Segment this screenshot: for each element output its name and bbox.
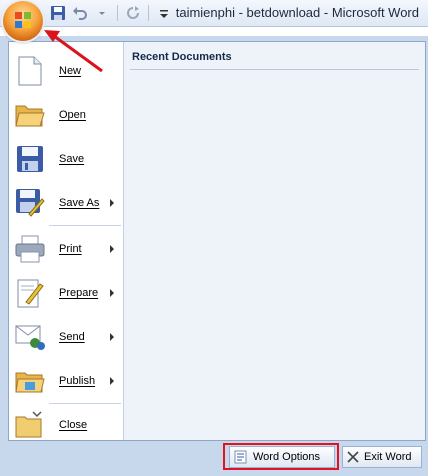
menu-item-close[interactable]: Close <box>9 403 123 447</box>
menu-item-label: Save As <box>59 197 100 209</box>
save-as-icon <box>14 187 46 219</box>
menu-item-open[interactable]: Open <box>9 93 123 137</box>
office-menu: New Open Save Save As Print Prepare Send… <box>0 36 428 476</box>
close-folder-icon <box>14 409 46 441</box>
undo-icon[interactable] <box>70 3 90 23</box>
submenu-arrow-icon <box>110 333 114 341</box>
menu-item-label: Save <box>59 153 85 165</box>
menu-item-prepare[interactable]: Prepare <box>9 271 123 315</box>
menu-item-label: Print <box>59 243 82 255</box>
office-menu-panel: New Open Save Save As Print Prepare Send… <box>8 41 426 441</box>
menu-item-send[interactable]: Send <box>9 315 123 359</box>
word-options-icon <box>234 450 247 464</box>
save-icon[interactable] <box>48 3 68 23</box>
undo-dropdown-icon[interactable] <box>92 3 112 23</box>
toolbar-divider <box>117 5 118 21</box>
menu-item-label: Publish <box>59 375 96 387</box>
save-icon <box>14 143 46 175</box>
menu-divider <box>49 225 121 226</box>
redo-icon[interactable] <box>123 3 143 23</box>
submenu-arrow-icon <box>110 199 114 207</box>
menu-item-label: Prepare <box>59 287 99 299</box>
word-options-label: Word Options <box>253 451 321 463</box>
recent-documents-title: Recent Documents <box>132 51 232 63</box>
menu-item-label: Close <box>59 419 88 431</box>
customize-toolbar-icon[interactable] <box>154 3 174 23</box>
close-icon <box>347 451 359 463</box>
printer-icon <box>14 233 46 265</box>
publish-icon <box>14 365 46 397</box>
office-button[interactable] <box>3 1 43 41</box>
office-menu-commands: New Open Save Save As Print Prepare Send… <box>9 42 124 440</box>
title-bar: taimienphi - betdownload - Microsoft Wor… <box>0 0 428 27</box>
submenu-arrow-icon <box>110 245 114 253</box>
prepare-icon <box>14 277 46 309</box>
office-logo-icon <box>15 12 31 28</box>
menu-item-save-as[interactable]: Save As <box>9 181 123 225</box>
exit-word-label: Exit Word <box>364 451 412 463</box>
recent-divider <box>130 69 419 70</box>
menu-item-label: New <box>59 65 82 77</box>
open-folder-icon <box>14 99 46 131</box>
menu-item-label: Open <box>59 109 86 121</box>
exit-word-button[interactable]: Exit Word <box>342 446 422 468</box>
menu-item-save[interactable]: Save <box>9 137 123 181</box>
menu-item-print[interactable]: Print <box>9 227 123 271</box>
menu-item-new[interactable]: New <box>9 49 123 93</box>
new-document-icon <box>14 55 46 87</box>
recent-documents-panel: Recent Documents <box>124 42 425 440</box>
menu-item-label: Send <box>59 331 85 343</box>
toolbar-divider <box>148 5 149 21</box>
word-options-button[interactable]: Word Options <box>229 446 335 468</box>
send-icon <box>14 321 46 353</box>
submenu-arrow-icon <box>110 289 114 297</box>
window-title: taimienphi - betdownload - Microsoft Wor… <box>175 5 419 20</box>
submenu-arrow-icon <box>110 377 114 385</box>
quick-access-toolbar <box>48 3 174 23</box>
menu-item-publish[interactable]: Publish <box>9 359 123 403</box>
